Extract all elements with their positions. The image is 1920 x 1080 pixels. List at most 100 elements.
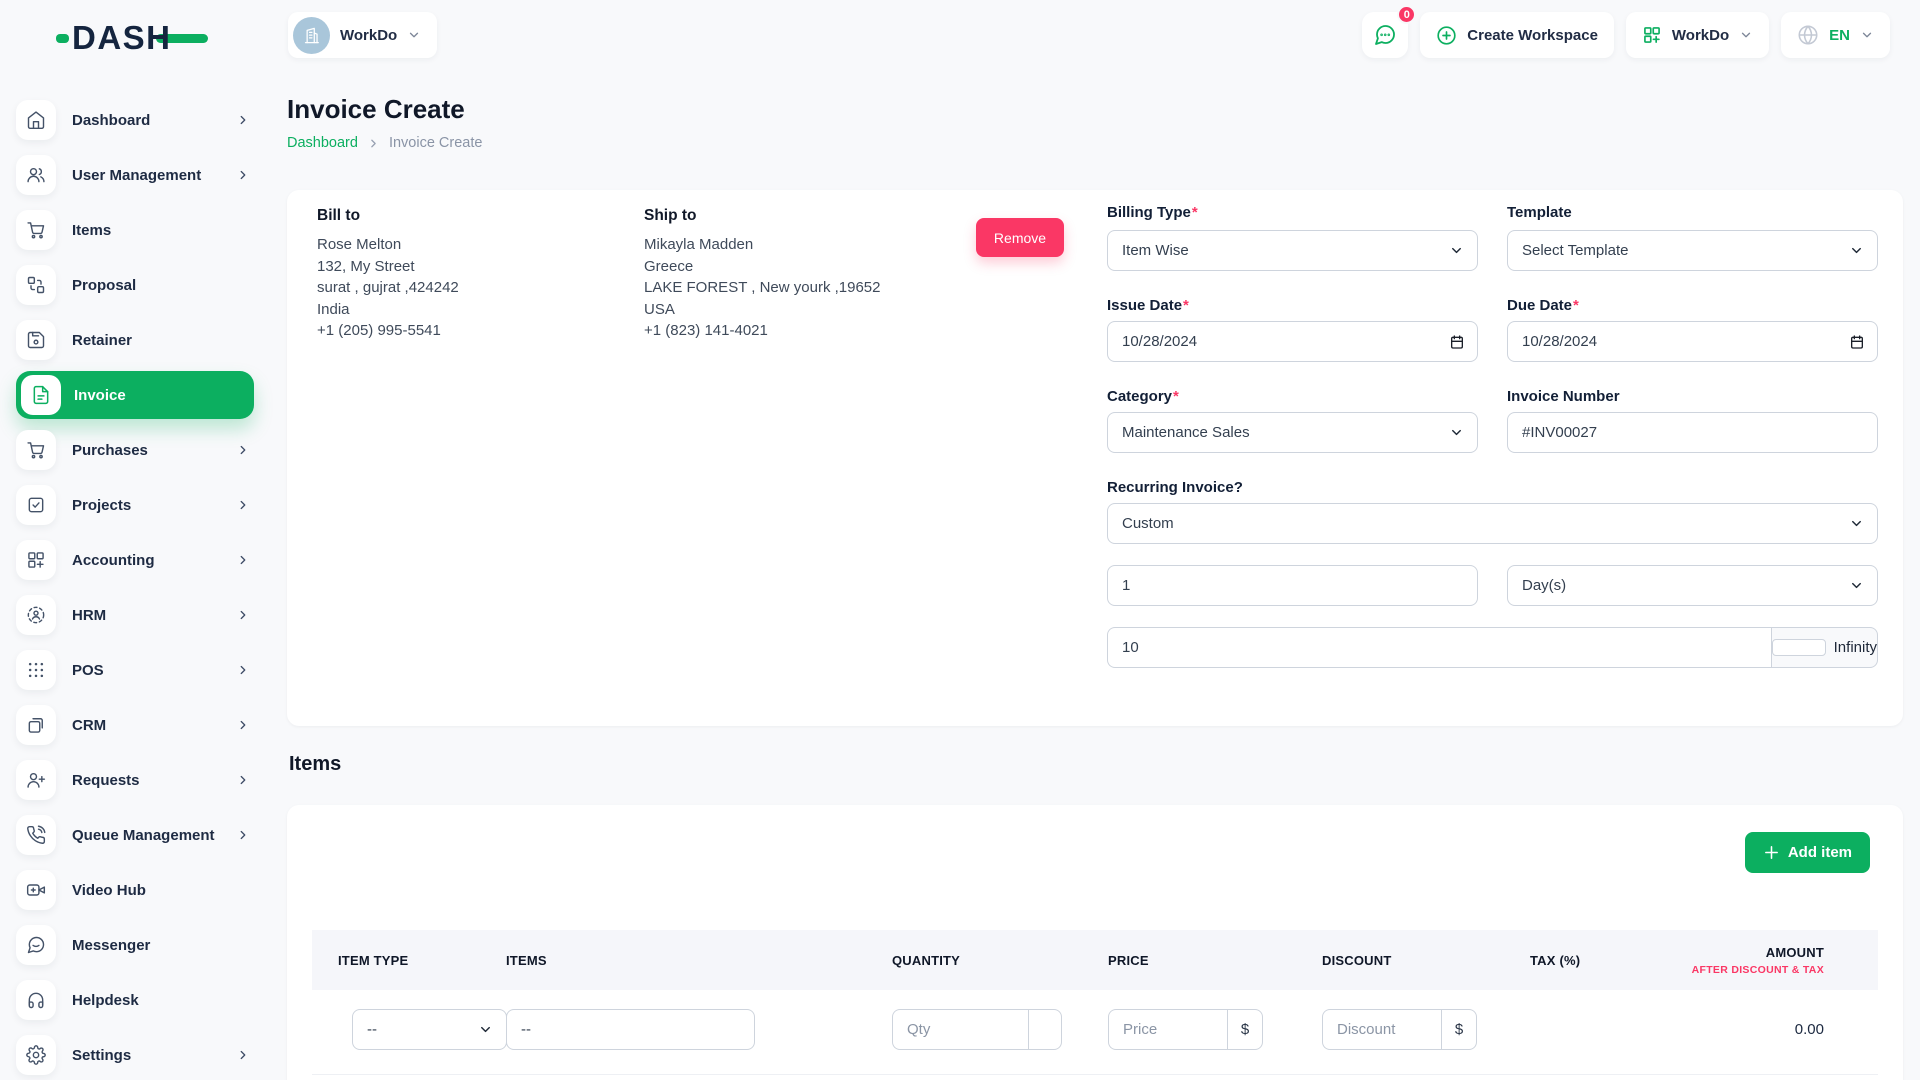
grid-plus-icon xyxy=(1642,25,1662,45)
dots-grid-icon xyxy=(16,650,56,690)
swap-grid-icon xyxy=(16,265,56,305)
chevron-right-icon xyxy=(236,498,250,512)
logo-text: DASH xyxy=(72,19,172,58)
sidebar-item-items[interactable]: Items xyxy=(16,210,254,250)
chevron-right-icon xyxy=(236,773,250,787)
quantity-addon xyxy=(1028,1009,1062,1050)
chevron-down-icon xyxy=(1860,28,1874,42)
video-camera-icon xyxy=(16,870,56,910)
workspace-selector[interactable]: WorkDo xyxy=(288,12,437,58)
item-type-select[interactable]: -- xyxy=(352,1009,507,1050)
recurring-invoice-select[interactable]: Custom xyxy=(1107,503,1878,544)
address-line: surat , gujrat ,424242 xyxy=(317,277,459,299)
plus-circle-icon xyxy=(1436,25,1457,46)
create-workspace-button[interactable]: Create Workspace xyxy=(1420,12,1614,58)
chat-icon xyxy=(1373,23,1397,47)
invoice-create-page: DASH Dashboard User Management xyxy=(0,0,1920,1080)
address-line: Mikayla Madden xyxy=(644,234,881,256)
category-select[interactable]: Maintenance Sales xyxy=(1107,412,1478,453)
breadcrumb-dashboard-link[interactable]: Dashboard xyxy=(287,135,358,151)
items-card: Add item ITEM TYPE ITEMS QUANTITY PRICE … xyxy=(287,805,1903,1080)
sidebar-item-helpdesk[interactable]: Helpdesk xyxy=(16,980,254,1020)
sidebar-item-proposal[interactable]: Proposal xyxy=(16,265,254,305)
column-header-discount: DISCOUNT xyxy=(1309,953,1517,968)
column-header-tax: TAX (%) xyxy=(1517,953,1687,968)
bill-to-block: Bill to Rose Melton 132, My Street surat… xyxy=(317,207,459,342)
infinity-toggle[interactable]: Infinity xyxy=(1771,627,1878,668)
calendar-icon xyxy=(1449,334,1465,350)
sidebar-item-messenger[interactable]: Messenger xyxy=(16,925,254,965)
infinity-checkbox[interactable] xyxy=(1772,639,1826,656)
cart-icon xyxy=(16,210,56,250)
sidebar-item-crm[interactable]: CRM xyxy=(16,705,254,745)
chevron-down-icon xyxy=(1449,425,1464,440)
sidebar-item-purchases[interactable]: Purchases xyxy=(16,430,254,470)
sidebar-item-settings[interactable]: Settings xyxy=(16,1035,254,1075)
phone-call-icon xyxy=(16,815,56,855)
address-line: 132, My Street xyxy=(317,256,459,278)
gear-icon xyxy=(16,1035,56,1075)
company-menu-button[interactable]: WorkDo xyxy=(1626,12,1769,58)
home-icon xyxy=(16,100,56,140)
sidebar-item-accounting[interactable]: Accounting xyxy=(16,540,254,580)
discount-input[interactable] xyxy=(1322,1009,1441,1050)
ship-to-title: Ship to xyxy=(644,207,881,225)
language-selector[interactable]: EN xyxy=(1781,12,1890,58)
grid-plus-icon xyxy=(16,540,56,580)
globe-icon xyxy=(1797,24,1819,46)
template-label: Template xyxy=(1507,204,1572,221)
due-date-input[interactable]: 10/28/2024 xyxy=(1507,321,1878,362)
plus-icon xyxy=(1763,844,1780,861)
sidebar-item-queue-management[interactable]: Queue Management xyxy=(16,815,254,855)
column-header-amount: AMOUNT AFTER DISCOUNT & TAX xyxy=(1687,945,1878,976)
address-line: USA xyxy=(644,299,881,321)
chevron-right-icon xyxy=(236,1048,250,1062)
sidebar-item-video-hub[interactable]: Video Hub xyxy=(16,870,254,910)
discount-currency-addon: $ xyxy=(1441,1009,1477,1050)
items-table-header: ITEM TYPE ITEMS QUANTITY PRICE DISCOUNT … xyxy=(312,930,1878,990)
issue-date-input[interactable]: 10/28/2024 xyxy=(1107,321,1478,362)
invoice-form: Billing Type* Item Wise Template Select … xyxy=(1107,190,1878,726)
invoice-number-input[interactable] xyxy=(1507,412,1878,453)
messages-button[interactable]: 0 xyxy=(1362,12,1408,58)
sidebar-item-projects[interactable]: Projects xyxy=(16,485,254,525)
sidebar-item-user-management[interactable]: User Management xyxy=(16,155,254,195)
chevron-right-icon xyxy=(236,553,250,567)
address-line: LAKE FOREST , New yourk ,19652 xyxy=(644,277,881,299)
breadcrumb-current: Invoice Create xyxy=(389,135,483,151)
sidebar-item-dashboard[interactable]: Dashboard xyxy=(16,100,254,140)
quantity-input[interactable] xyxy=(892,1009,1028,1050)
sidebar-item-invoice[interactable]: Invoice xyxy=(16,371,254,419)
sidebar-item-requests[interactable]: Requests xyxy=(16,760,254,800)
quantity-group xyxy=(892,1009,1062,1050)
column-header-quantity: QUANTITY xyxy=(882,953,1094,968)
chevron-right-icon xyxy=(236,608,250,622)
address-line: +1 (823) 141-4021 xyxy=(644,320,881,342)
template-select[interactable]: Select Template xyxy=(1507,230,1878,271)
remove-button[interactable]: Remove xyxy=(976,218,1064,257)
recurring-interval-input[interactable] xyxy=(1107,565,1478,606)
recurring-unit-select[interactable]: Day(s) xyxy=(1507,565,1878,606)
address-line: +1 (205) 995-5541 xyxy=(317,320,459,342)
address-line: Greece xyxy=(644,256,881,278)
amount-subheader: AFTER DISCOUNT & TAX xyxy=(1692,964,1824,976)
sidebar-item-pos[interactable]: POS xyxy=(16,650,254,690)
items-section-title: Items xyxy=(289,753,341,776)
sidebar-nav: Dashboard User Management Items xyxy=(0,100,270,1080)
chevron-down-icon xyxy=(1849,578,1864,593)
price-group: $ xyxy=(1108,1009,1263,1050)
invoice-number-label: Invoice Number xyxy=(1507,388,1620,405)
dash-logo[interactable]: DASH xyxy=(56,16,208,60)
sidebar: DASH Dashboard User Management xyxy=(0,0,270,1080)
users-icon xyxy=(16,155,56,195)
chevron-right-icon xyxy=(236,663,250,677)
price-input[interactable] xyxy=(1108,1009,1227,1050)
item-select-input[interactable] xyxy=(506,1009,755,1050)
chevron-right-icon xyxy=(236,168,250,182)
sidebar-item-hrm[interactable]: HRM xyxy=(16,595,254,635)
add-item-button[interactable]: Add item xyxy=(1745,832,1870,873)
address-line: Rose Melton xyxy=(317,234,459,256)
recurring-cycles-input[interactable] xyxy=(1107,627,1771,668)
billing-type-select[interactable]: Item Wise xyxy=(1107,230,1478,271)
sidebar-item-retainer[interactable]: Retainer xyxy=(16,320,254,360)
